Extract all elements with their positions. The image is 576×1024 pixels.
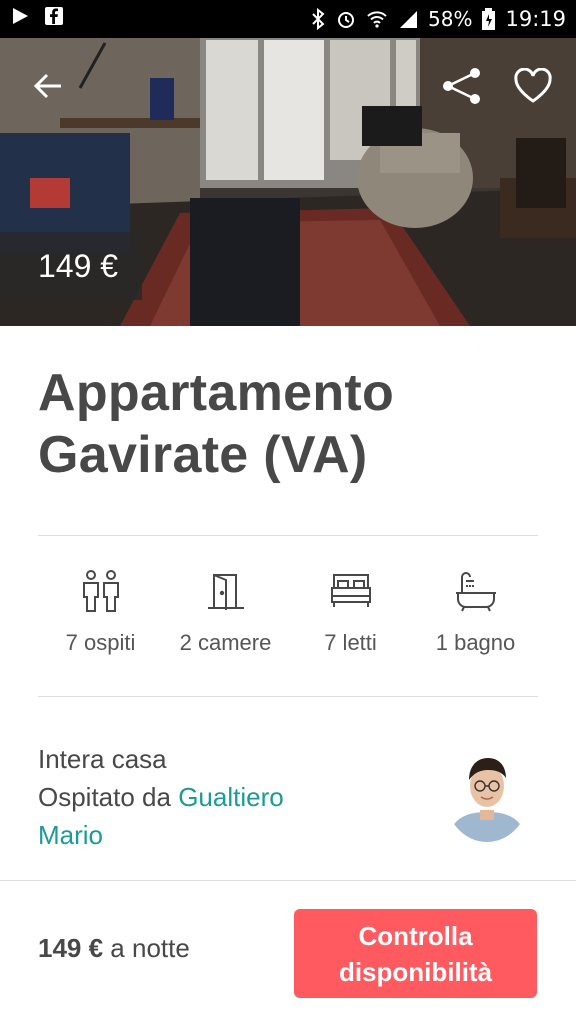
price-unit: a notte bbox=[103, 933, 190, 963]
back-button[interactable] bbox=[26, 64, 70, 108]
nightly-price: 149 € a notte bbox=[38, 933, 190, 964]
heart-icon bbox=[514, 68, 552, 103]
cta-line-1: Controlla bbox=[358, 921, 473, 951]
play-store-icon bbox=[10, 6, 30, 32]
clock: 19:19 bbox=[505, 7, 566, 31]
divider bbox=[38, 696, 538, 697]
listing-photo[interactable]: 149 € bbox=[0, 38, 576, 326]
cta-line-2: disponibilità bbox=[338, 957, 493, 987]
wifi-icon bbox=[366, 9, 388, 29]
listing-title: Appartamento Gavirate (VA) bbox=[38, 362, 538, 486]
alarm-icon bbox=[336, 9, 356, 29]
bathtub-icon bbox=[454, 566, 498, 616]
divider bbox=[38, 535, 538, 536]
host-info: Intera casa Ospitato da Gualtiero Mario bbox=[38, 740, 438, 854]
amenity-label: 7 ospiti bbox=[65, 630, 136, 655]
battery-percent: 58% bbox=[428, 7, 473, 31]
amenity-guests: 7 ospiti bbox=[38, 566, 163, 656]
price-badge: 149 € bbox=[0, 232, 142, 300]
share-icon bbox=[443, 68, 480, 104]
back-arrow-icon bbox=[33, 73, 61, 99]
guests-icon bbox=[81, 566, 121, 616]
favorite-button[interactable] bbox=[511, 64, 555, 108]
facebook-icon bbox=[44, 6, 64, 32]
amenity-bathroom: 1 bagno bbox=[413, 566, 538, 656]
amenities-row: 7 ospiti 2 camere 7 letti 1 bagno bbox=[38, 566, 538, 666]
title-line-2: Gavirate (VA) bbox=[38, 426, 368, 484]
amenity-label: 7 letti bbox=[324, 630, 377, 655]
amenity-label: 1 bagno bbox=[435, 630, 516, 655]
amenity-beds: 7 letti bbox=[288, 566, 413, 656]
amenity-bedrooms: 2 camere bbox=[163, 566, 288, 656]
price-amount: 149 € bbox=[38, 933, 104, 963]
signal-icon bbox=[398, 9, 418, 29]
room-type: Intera casa bbox=[38, 744, 167, 774]
title-line-1: Appartamento bbox=[38, 364, 395, 422]
check-availability-button[interactable]: Controlla disponibilità bbox=[294, 909, 537, 998]
bed-icon bbox=[329, 566, 373, 616]
host-avatar[interactable] bbox=[444, 742, 530, 842]
battery-icon bbox=[482, 8, 496, 30]
hosted-by-line: Ospitato da Gualtiero bbox=[38, 778, 438, 816]
bluetooth-icon bbox=[310, 8, 326, 30]
booking-bar: 149 € a notte Controlla disponibilità bbox=[0, 880, 576, 1024]
door-icon bbox=[206, 566, 246, 616]
status-bar: 58% 19:19 bbox=[0, 0, 576, 38]
share-button[interactable] bbox=[440, 64, 484, 108]
hosted-by-prefix: Ospitato da bbox=[38, 782, 179, 812]
host-name-link-cont[interactable]: Mario bbox=[38, 816, 438, 854]
amenity-label: 2 camere bbox=[179, 630, 272, 655]
host-name-link[interactable]: Gualtiero bbox=[178, 782, 284, 812]
